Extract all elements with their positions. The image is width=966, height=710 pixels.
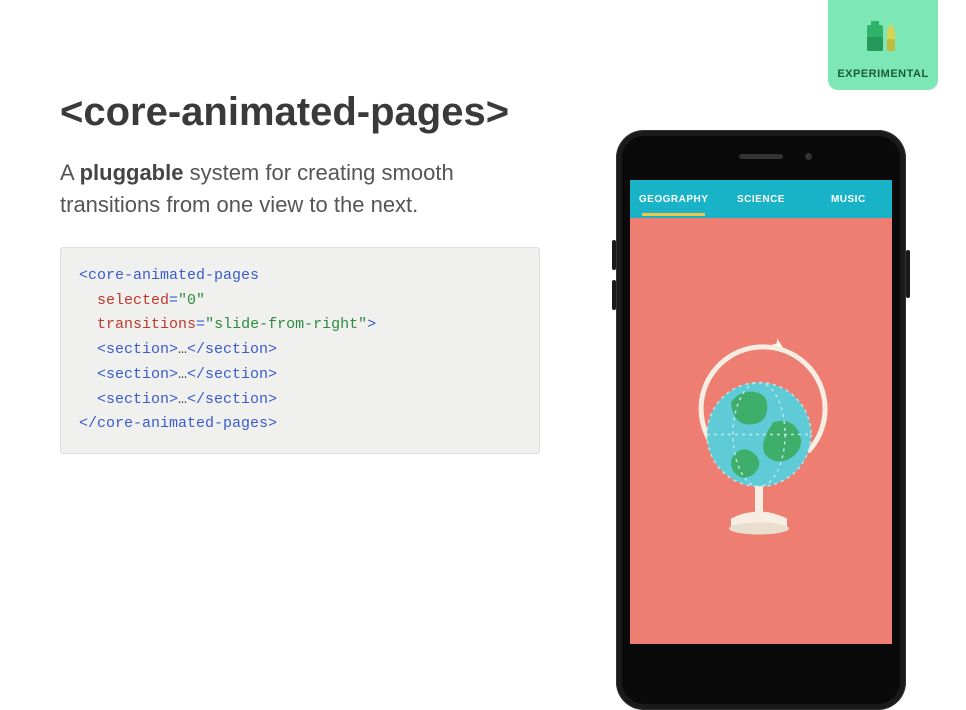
globe-illustration [681,332,841,547]
code-open-tag: core-animated-pages [88,267,259,284]
phone-volume-down [612,280,616,310]
code-ellipsis-1: … [178,341,187,358]
experimental-badge: EXPERIMENTAL [828,0,938,90]
code-attr1-val: "0" [178,292,205,309]
code-section-open-1: <section> [97,341,178,358]
code-close-tag: </core-animated-pages> [79,415,277,432]
phone-mockup: GEOGRAPHY SCIENCE MUSIC [616,130,906,710]
code-section-close-2: </section> [187,366,277,383]
code-section-open-3: <section> [97,391,178,408]
lab-flask-icon [863,19,903,60]
code-section-open-2: <section> [97,366,178,383]
tab-music[interactable]: MUSIC [805,183,892,216]
code-ellipsis-3: … [178,391,187,408]
code-snippet: <core-animated-pages selected="0" transi… [60,247,540,454]
phone-power-button [906,250,910,298]
tab-bar: GEOGRAPHY SCIENCE MUSIC [630,180,892,218]
subtitle-bold: pluggable [80,160,184,185]
phone-camera [805,153,812,160]
code-attr2-val: "slide-from-right" [205,316,367,333]
code-attr1-name: selected [97,292,169,309]
phone-speaker [739,154,783,159]
code-section-close-3: </section> [187,391,277,408]
subtitle-pre: A [60,160,80,185]
code-attr2-name: transitions [97,316,196,333]
slide-content: <core-animated-pages> A pluggable system… [60,90,540,454]
slide-title: <core-animated-pages> [60,90,540,135]
badge-label: EXPERIMENTAL [837,68,928,80]
tab-science[interactable]: SCIENCE [717,183,804,216]
code-section-close-1: </section> [187,341,277,358]
phone-volume-up [612,240,616,270]
phone-screen: GEOGRAPHY SCIENCE MUSIC [630,180,892,644]
slide-subtitle: A pluggable system for creating smooth t… [60,157,540,221]
code-ellipsis-2: … [178,366,187,383]
tab-geography[interactable]: GEOGRAPHY [630,183,717,216]
